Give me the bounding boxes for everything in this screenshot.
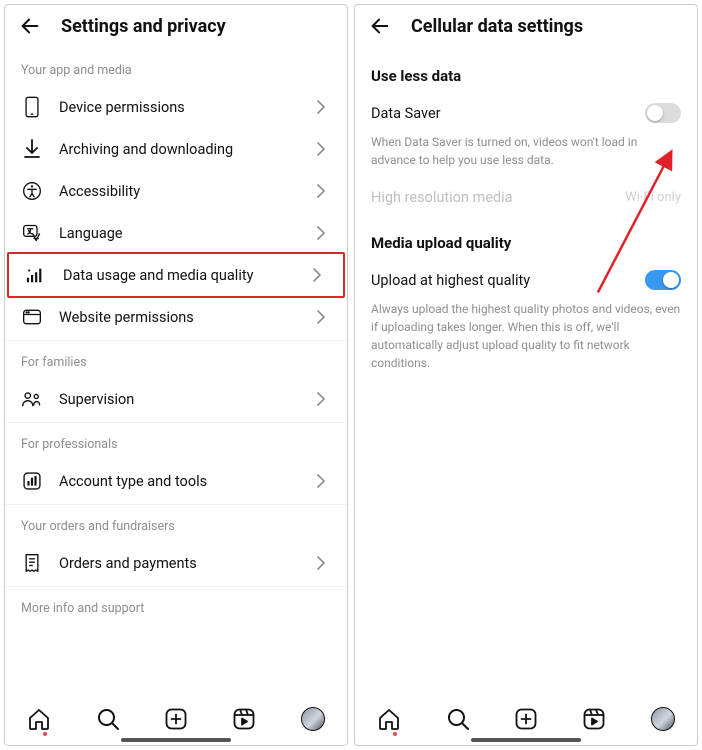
cellular-content: Use less data Data Saver When Data Saver… [355,49,697,693]
home-icon[interactable] [377,707,401,731]
row-label: Device permissions [59,99,301,116]
row-upload-highest[interactable]: Upload at highest quality [355,260,697,300]
reels-icon[interactable] [232,707,256,731]
upload-hq-label: Upload at highest quality [371,272,530,289]
row-high-res-media: High resolution media Wi-Fi only [355,179,697,216]
bottom-nav [5,693,347,745]
home-indicator [471,738,581,742]
chevron-right-icon [317,474,331,488]
settings-screen: Settings and privacy Your app and media … [4,4,348,746]
back-icon[interactable] [19,15,41,37]
section-professionals-label: For professionals [5,423,347,460]
section-orders-label: Your orders and fundraisers [5,505,347,542]
home-icon[interactable] [27,707,51,731]
row-label: Orders and payments [59,555,301,572]
row-label: Data usage and media quality [63,267,297,284]
row-label: Archiving and downloading [59,141,301,158]
row-data-usage[interactable]: Data usage and media quality [9,254,343,296]
row-label: Account type and tools [59,473,301,490]
row-orders-payments[interactable]: Orders and payments [5,542,347,584]
chevron-right-icon [317,392,331,406]
row-language[interactable]: Language [5,212,347,254]
profile-avatar[interactable] [651,707,675,731]
back-icon[interactable] [369,15,391,37]
section-app-media-label: Your app and media [5,49,347,86]
chevron-right-icon [317,556,331,570]
search-icon[interactable] [446,707,470,731]
upload-hq-toggle[interactable] [645,270,681,290]
tools-icon [21,471,43,491]
high-res-value: Wi-Fi only [625,190,681,205]
row-label: Supervision [59,391,301,408]
settings-list: Your app and media Device permissions Ar… [5,49,347,693]
data-saver-description: When Data Saver is turned on, videos won… [355,133,697,179]
row-supervision[interactable]: Supervision [5,378,347,420]
row-data-saver[interactable]: Data Saver [355,93,697,133]
receipt-icon [21,553,43,573]
signal-bars-icon [25,266,47,284]
cellular-data-screen: Cellular data settings Use less data Dat… [354,4,698,746]
chevron-right-icon [317,184,331,198]
chevron-right-icon [317,226,331,240]
row-label: Accessibility [59,183,301,200]
page-title: Cellular data settings [411,16,583,37]
section-more-label: More info and support [5,587,347,624]
notification-dot [393,732,397,736]
bottom-nav [355,693,697,745]
chevron-right-icon [313,268,327,282]
row-label: Website permissions [59,309,301,326]
high-res-label: High resolution media [371,189,512,206]
new-post-icon[interactable] [514,707,538,731]
data-saver-label: Data Saver [371,105,441,122]
reels-icon[interactable] [582,707,606,731]
row-website-permissions[interactable]: Website permissions [5,296,347,338]
data-saver-toggle[interactable] [645,103,681,123]
header: Cellular data settings [355,5,697,49]
row-label: Language [59,225,301,242]
chevron-right-icon [317,100,331,114]
upload-hq-description: Always upload the highest quality photos… [355,300,697,382]
header: Settings and privacy [5,5,347,49]
page-title: Settings and privacy [61,16,226,37]
row-archiving[interactable]: Archiving and downloading [5,128,347,170]
highlight-data-usage: Data usage and media quality [7,252,345,298]
notification-dot [43,732,47,736]
chevron-right-icon [317,142,331,156]
row-accessibility[interactable]: Accessibility [5,170,347,212]
download-icon [21,139,43,159]
language-icon [21,223,43,243]
home-indicator [121,738,231,742]
people-icon [21,390,43,408]
chevron-right-icon [317,310,331,324]
new-post-icon[interactable] [164,707,188,731]
accessibility-icon [21,181,43,201]
section-families-label: For families [5,341,347,378]
phone-icon [21,96,43,118]
row-device-permissions[interactable]: Device permissions [5,86,347,128]
profile-avatar[interactable] [301,707,325,731]
use-less-data-heading: Use less data [355,49,697,93]
media-upload-heading: Media upload quality [355,216,697,260]
browser-icon [21,308,43,326]
row-account-type[interactable]: Account type and tools [5,460,347,502]
search-icon[interactable] [96,707,120,731]
